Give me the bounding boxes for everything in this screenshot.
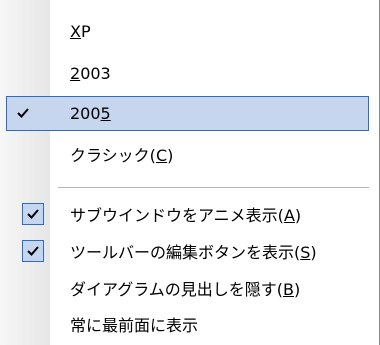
check-indicator	[7, 97, 40, 130]
context-menu: XP 2003 2005 クラシック(C) サブウインドウをアニメ表示(A) ツ…	[0, 0, 380, 345]
menu-item-animate-subwindow[interactable]: サブウインドウをアニメ表示(A)	[0, 198, 375, 234]
menu-item-label: クラシック(C)	[70, 146, 174, 165]
menu-item-hide-diagram-headings[interactable]: ダイアグラムの見出しを隠す(B)	[0, 272, 375, 308]
menu-item-label: XP	[70, 22, 91, 41]
menu-item-label: サブウインドウをアニメ表示(A)	[70, 206, 302, 225]
checkmark-icon	[27, 246, 39, 256]
menu-item-2003[interactable]: 2003	[0, 56, 375, 92]
menu-item-label: 2003	[70, 64, 111, 83]
check-indicator	[22, 203, 44, 225]
menu-separator	[58, 187, 369, 188]
check-indicator	[22, 240, 44, 262]
menu-item-label: ダイアグラムの見出しを隠す(B)	[70, 280, 301, 299]
checkmark-icon	[17, 108, 29, 118]
menu-item-label: ツールバーの編集ボタンを表示(S)	[70, 243, 317, 262]
menu-item-xp[interactable]: XP	[0, 14, 375, 50]
menu-item-label: 2005	[70, 104, 111, 123]
menu-item-always-on-top[interactable]: 常に最前面に表示	[0, 308, 375, 344]
checkmark-icon	[27, 209, 39, 219]
menu-item-label: 常に最前面に表示	[70, 316, 199, 335]
menu-item-show-toolbar-edit-buttons[interactable]: ツールバーの編集ボタンを表示(S)	[0, 235, 375, 271]
menu-item-2005[interactable]: 2005	[6, 96, 369, 131]
menu-item-classic[interactable]: クラシック(C)	[0, 138, 375, 174]
